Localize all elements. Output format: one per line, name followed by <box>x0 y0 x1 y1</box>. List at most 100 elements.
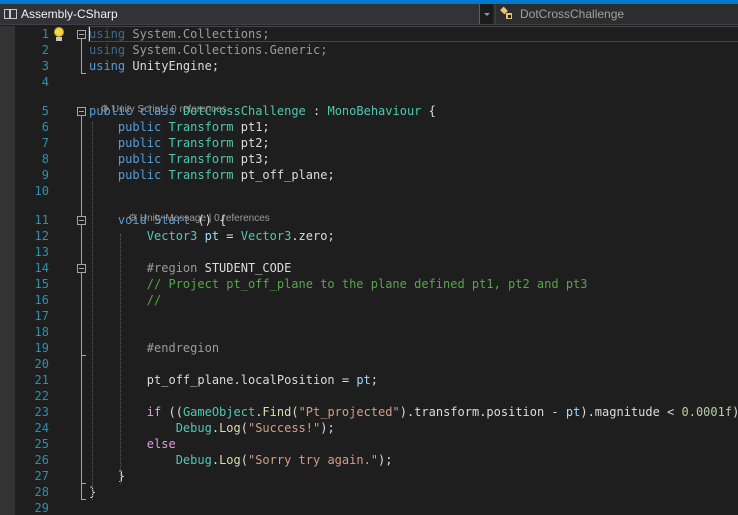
collapse-region-toggle[interactable] <box>77 264 86 273</box>
lightbulb-icon[interactable] <box>53 26 65 42</box>
code-token: pt_off_plane; <box>233 168 335 182</box>
code-token: . <box>211 421 220 435</box>
unity-icon: ⚙ <box>100 104 112 115</box>
code-text: #endregion <box>89 340 219 356</box>
code-line[interactable]: 25 else <box>0 436 738 452</box>
code-token: .zero; <box>291 229 335 243</box>
line-number: 22 <box>34 389 49 403</box>
codelens-references[interactable]: 0 references <box>171 104 227 115</box>
code-line[interactable]: 3 using UnityEngine; <box>0 58 738 74</box>
code-line[interactable]: 24 Debug.Log("Success!"); <box>0 420 738 436</box>
code-token: Transform <box>168 136 234 150</box>
code-text: using UnityEngine; <box>89 58 219 74</box>
code-token: ); <box>378 453 393 467</box>
line-number: 13 <box>34 245 49 259</box>
outline-end <box>81 355 86 356</box>
code-token: using <box>89 43 126 57</box>
codelens-kind: Unity Script <box>111 104 163 115</box>
code-token: #endregion <box>146 341 220 355</box>
code-token: using <box>89 59 126 73</box>
csharp-project-icon <box>3 7 19 21</box>
outline-line <box>81 116 82 500</box>
code-token: : <box>305 104 328 118</box>
code-line[interactable]: 29 <box>0 500 738 515</box>
line-number: 15 <box>34 277 49 291</box>
code-editor[interactable]: 1 using System.Collections; 2 using System.… <box>0 26 738 515</box>
line-number: 2 <box>41 43 49 57</box>
code-line[interactable]: 14 #region STUDENT_CODE <box>0 260 738 276</box>
code-text: using System.Collections.Generic; <box>89 42 327 58</box>
code-token: ).transform.position - <box>399 405 566 419</box>
line-number: 4 <box>41 75 49 89</box>
code-token: "Success!" <box>247 421 321 435</box>
code-token: ( <box>240 421 248 435</box>
code-line[interactable]: 2 using System.Collections.Generic; <box>0 42 738 58</box>
code-line[interactable]: 10 <box>0 183 738 199</box>
code-line[interactable]: 17 <box>0 308 738 324</box>
code-line[interactable]: 27 } <box>0 468 738 484</box>
code-line[interactable]: 16 // <box>0 292 738 308</box>
indent-guide <box>92 122 93 500</box>
code-token: else <box>146 437 176 451</box>
code-line[interactable]: 15 // Project pt_off_plane to the plane … <box>0 276 738 292</box>
code-line[interactable]: 26 Debug.Log("Sorry try again."); <box>0 452 738 468</box>
code-line[interactable]: 19 #endregion <box>0 340 738 356</box>
code-token: 0.0001f <box>681 405 733 419</box>
code-token: "Pt_projected" <box>298 405 400 419</box>
code-token: pt2; <box>233 136 270 150</box>
collapse-class-toggle[interactable] <box>77 107 86 116</box>
code-token: MonoBehaviour <box>327 104 422 118</box>
code-token: { <box>421 104 436 118</box>
code-token: STUDENT_CODE <box>197 261 292 275</box>
code-line[interactable]: 22 <box>0 388 738 404</box>
line-number: 20 <box>34 357 49 371</box>
code-line[interactable]: 8 public Transform pt3; <box>0 151 738 167</box>
code-token: ( <box>240 453 248 467</box>
collapse-method-toggle[interactable] <box>77 216 86 225</box>
code-token: Log <box>219 421 241 435</box>
code-line[interactable]: 9 public Transform pt_off_plane; <box>0 167 738 183</box>
type-label: DotCrossChallenge <box>520 7 625 21</box>
line-number: 6 <box>41 120 49 134</box>
line-number: 29 <box>34 501 49 515</box>
type-dropdown[interactable]: DotCrossChallenge <box>495 4 738 24</box>
project-dropdown[interactable]: Assembly-CSharp <box>0 4 479 24</box>
code-token: ).magnitude < <box>580 405 682 419</box>
code-token: // Project pt_off_plane to the plane def… <box>146 277 588 291</box>
code-text: Debug.Log("Sorry try again."); <box>89 452 393 468</box>
codelens-references[interactable]: 0 references <box>214 213 270 224</box>
line-number: 19 <box>34 341 49 355</box>
codelens-class[interactable]: ⚙ Unity Script | 0 references <box>89 90 227 129</box>
code-token: pt1; <box>233 120 270 134</box>
code-line[interactable]: 20 <box>0 356 738 372</box>
code-token: ( <box>291 405 299 419</box>
line-number: 28 <box>34 485 49 499</box>
line-number: 1 <box>41 27 49 41</box>
code-line[interactable]: 13 <box>0 244 738 260</box>
code-line[interactable]: 4 <box>0 74 738 90</box>
line-number: 11 <box>34 213 49 227</box>
code-line[interactable]: 21 pt_off_plane.localPosition = pt; <box>0 372 738 388</box>
unity-icon: ⚙ <box>128 213 140 224</box>
code-token: (( <box>161 405 183 419</box>
project-dropdown-button[interactable] <box>479 4 493 24</box>
code-line[interactable]: 7 public Transform pt2; <box>0 135 738 151</box>
chevron-down-icon <box>483 12 490 16</box>
line-number: 26 <box>34 453 49 467</box>
code-line[interactable]: 28} <box>0 484 738 500</box>
codelens-method[interactable]: ⚙ Unity Message | 0 references <box>117 199 270 238</box>
code-line[interactable]: 23 if ((GameObject.Find("Pt_projected").… <box>0 404 738 420</box>
code-token: ); <box>320 421 335 435</box>
collapse-usings-toggle[interactable] <box>77 30 86 39</box>
code-line[interactable]: 11 void Start () { <box>0 212 738 228</box>
code-line[interactable]: 12 Vector3 pt = Vector3.zero; <box>0 228 738 244</box>
code-line[interactable]: 18 <box>0 324 738 340</box>
code-token: pt_off_plane.localPosition = <box>89 373 357 387</box>
